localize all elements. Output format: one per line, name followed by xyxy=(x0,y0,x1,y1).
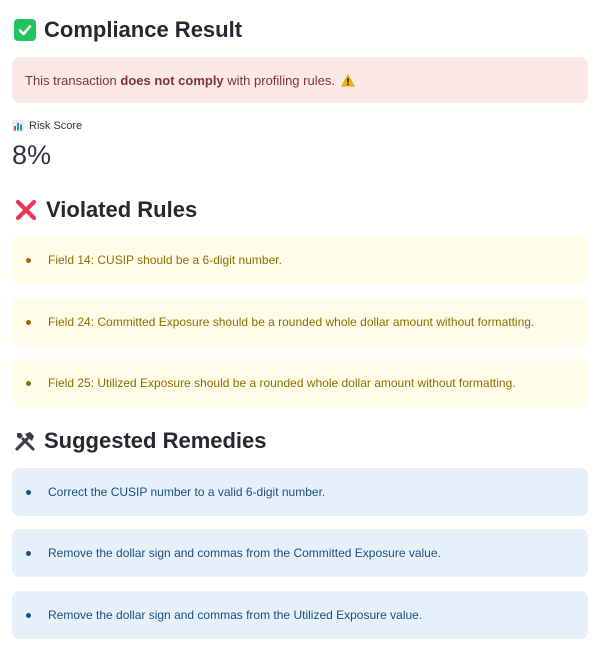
suggested-remedies-heading: Suggested Remedies xyxy=(14,427,267,455)
violated-rule-text: Field 24: Committed Exposure should be a… xyxy=(48,315,535,329)
warning-icon xyxy=(341,73,355,87)
remedy-item: Remove the dollar sign and commas from t… xyxy=(12,529,588,577)
tools-icon xyxy=(14,430,36,452)
bullet xyxy=(26,380,31,386)
compliance-result-heading: Compliance Result xyxy=(14,16,242,44)
alert-emphasis: does not comply xyxy=(120,72,224,88)
violated-rule-text: Field 14: CUSIP should be a 6-digit numb… xyxy=(48,253,282,267)
violated-title: Violated Rules xyxy=(46,197,198,222)
violated-rule-text: Field 25: Utilized Exposure should be a … xyxy=(48,376,516,390)
bullet xyxy=(26,489,31,495)
remedy-text: Remove the dollar sign and commas from t… xyxy=(48,546,441,560)
bullet xyxy=(26,257,31,263)
remedy-text: Correct the CUSIP number to a valid 6-di… xyxy=(48,485,326,499)
remedy-item: Correct the CUSIP number to a valid 6-di… xyxy=(12,468,588,516)
violated-rule-item: Field 25: Utilized Exposure should be a … xyxy=(12,359,588,407)
alert-text: This transaction does not comply with pr… xyxy=(25,72,335,88)
bullet xyxy=(26,319,31,325)
remedy-item: Remove the dollar sign and commas from t… xyxy=(12,591,588,639)
compliance-title: Compliance Result xyxy=(44,17,243,42)
violated-rule-item: Field 14: CUSIP should be a 6-digit numb… xyxy=(12,236,588,284)
bar-chart-icon xyxy=(12,120,24,132)
check-mark-icon xyxy=(14,19,36,41)
remedies-title: Suggested Remedies xyxy=(44,428,267,453)
risk-score-label: Risk Score xyxy=(12,120,82,132)
bullet xyxy=(26,612,31,618)
remedy-text: Remove the dollar sign and commas from t… xyxy=(48,608,423,622)
violated-rule-item: Field 24: Committed Exposure should be a… xyxy=(12,298,588,346)
cross-mark-icon xyxy=(14,198,38,222)
bullet xyxy=(26,550,31,556)
risk-score-value: 8% xyxy=(12,140,52,170)
violated-rules-heading: Violated Rules xyxy=(14,196,197,224)
compliance-alert: This transaction does not comply with pr… xyxy=(12,57,588,103)
